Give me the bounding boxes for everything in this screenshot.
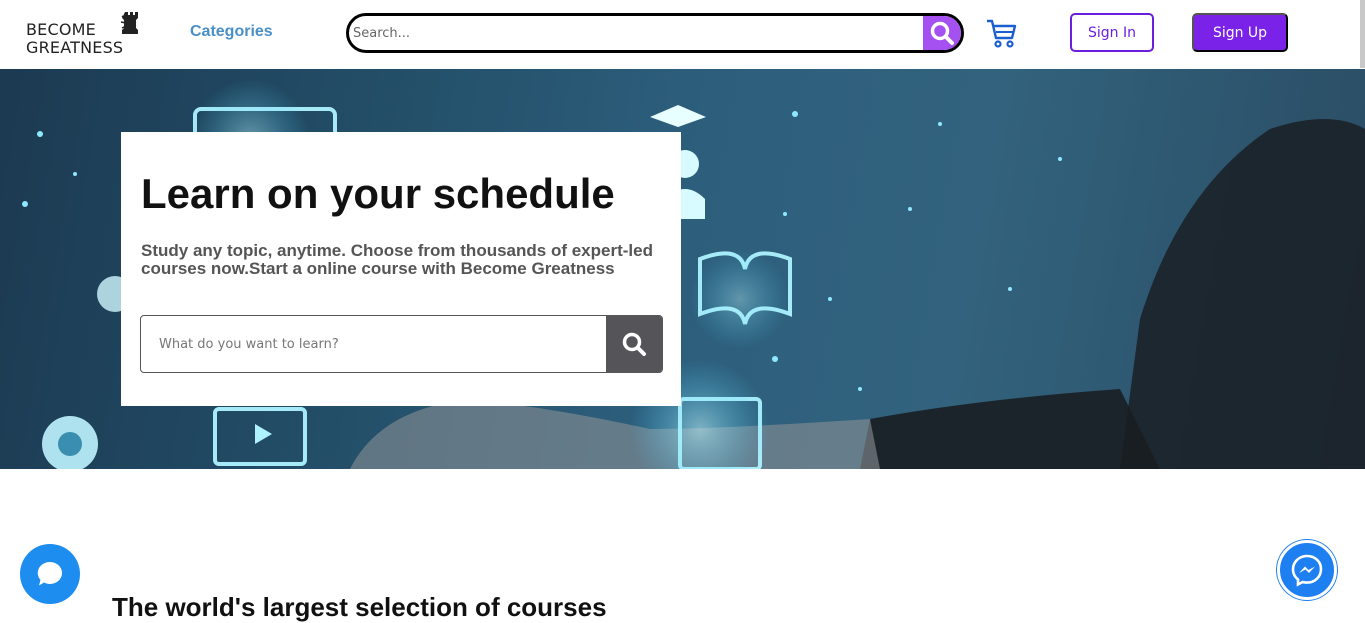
hero-search-input[interactable]: [159, 332, 599, 356]
header-search-button[interactable]: [923, 16, 961, 50]
site-header: BECOME GREATNESS Categories Sign In Sign…: [0, 0, 1365, 69]
hero-banner: Learn on your schedule Study any topic, …: [0, 69, 1365, 469]
cart-icon: [987, 19, 1017, 48]
search-icon: [622, 332, 646, 356]
search-icon: [930, 21, 954, 45]
hero-search-button[interactable]: [606, 316, 662, 372]
sign-up-button[interactable]: Sign Up: [1192, 13, 1288, 52]
logo[interactable]: BECOME GREATNESS: [26, 10, 148, 58]
hero-title: Learn on your schedule: [141, 170, 615, 217]
chat-button[interactable]: [20, 544, 80, 604]
chess-rook-icon: [120, 12, 138, 34]
hero-card: Learn on your schedule Study any topic, …: [121, 132, 681, 406]
logo-line-2: GREATNESS: [26, 38, 124, 57]
cart-button[interactable]: [985, 17, 1019, 49]
scrollbar[interactable]: [1360, 0, 1365, 68]
logo-line-1: BECOME: [26, 20, 96, 39]
messenger-button[interactable]: [1277, 540, 1337, 600]
header-search-input[interactable]: [353, 21, 913, 45]
chat-bubble-icon: [37, 561, 63, 586]
courses-section-title: The world's largest selection of courses: [112, 592, 607, 622]
sign-in-button[interactable]: Sign In: [1070, 13, 1154, 52]
categories-link[interactable]: Categories: [190, 23, 273, 41]
header-search: [346, 13, 964, 53]
hero-search: [140, 315, 663, 373]
messenger-icon: [1291, 554, 1323, 587]
hero-subtitle: Study any topic, anytime. Choose from th…: [141, 241, 653, 278]
